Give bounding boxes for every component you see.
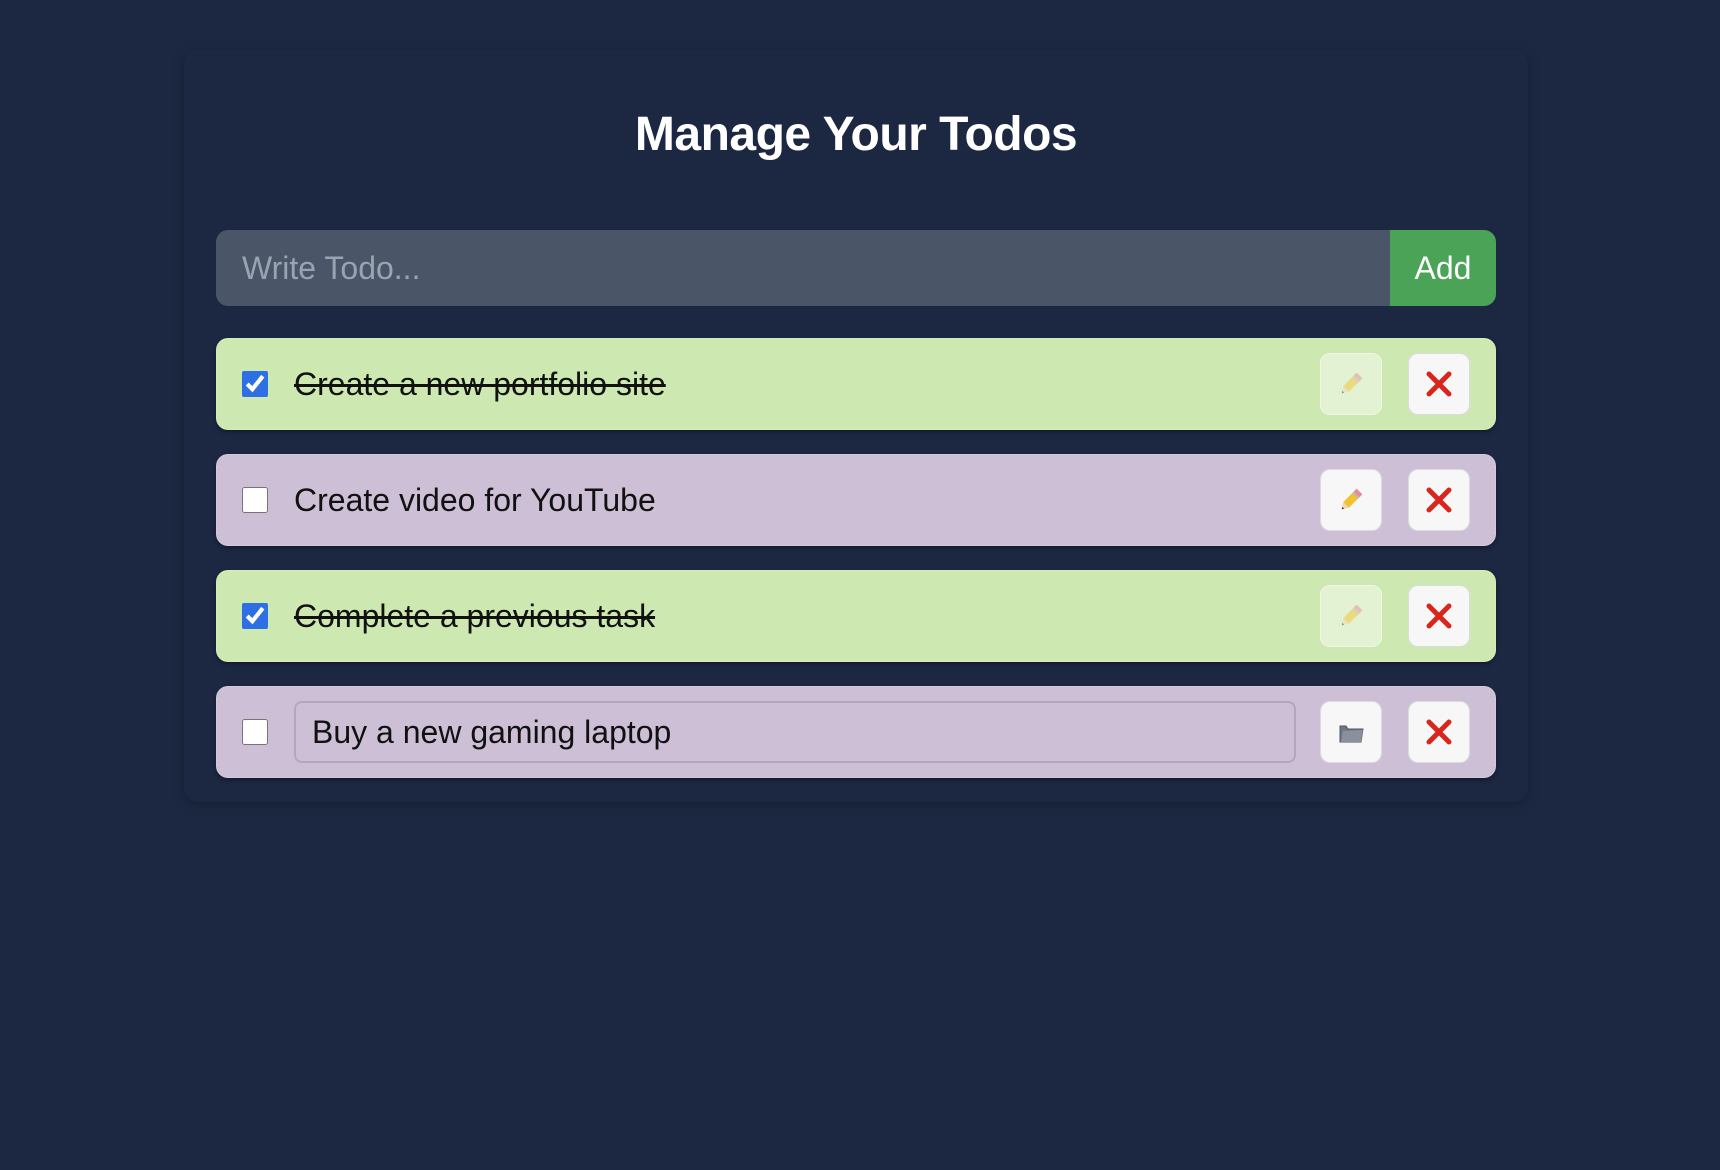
todo-item: Create a new portfolio site <box>216 338 1496 430</box>
pencil-icon <box>1341 488 1363 510</box>
todo-text: Complete a previous task <box>294 598 656 634</box>
edit-button[interactable] <box>1320 469 1382 531</box>
todo-text: Create video for YouTube <box>294 482 656 518</box>
todo-item: Buy a new gaming laptop <box>216 686 1496 778</box>
todo-checkbox[interactable] <box>242 487 268 513</box>
delete-button[interactable] <box>1408 469 1470 531</box>
todo-checkbox[interactable] <box>242 603 268 629</box>
todo-input[interactable] <box>216 230 1390 306</box>
todo-checkbox[interactable] <box>242 719 268 745</box>
page-title: Manage Your Todos <box>634 108 1078 161</box>
add-button[interactable]: Add <box>1390 230 1496 306</box>
pencil-icon <box>1341 604 1363 626</box>
pencil-icon <box>1341 372 1363 394</box>
save-icon <box>1339 725 1364 743</box>
todo-item: Complete a previous task <box>216 570 1496 662</box>
close-icon <box>1426 603 1452 629</box>
edit-button[interactable] <box>1320 585 1382 647</box>
todo-item: Create video for YouTube <box>216 454 1496 546</box>
close-icon <box>1426 371 1452 397</box>
save-button[interactable] <box>1320 701 1382 763</box>
close-icon <box>1426 719 1452 745</box>
todo-edit-field[interactable]: Buy a new gaming laptop <box>294 701 1296 763</box>
delete-button[interactable] <box>1408 701 1470 763</box>
delete-button[interactable] <box>1408 353 1470 415</box>
edit-button[interactable] <box>1320 353 1382 415</box>
delete-button[interactable] <box>1408 585 1470 647</box>
todo-checkbox[interactable] <box>242 371 268 397</box>
todo-text: Create a new portfolio site <box>294 366 666 402</box>
add-todo-form: Add <box>216 230 1496 306</box>
todo-list: Create a new portfolio site Create video… <box>216 338 1496 802</box>
close-icon <box>1426 487 1452 513</box>
